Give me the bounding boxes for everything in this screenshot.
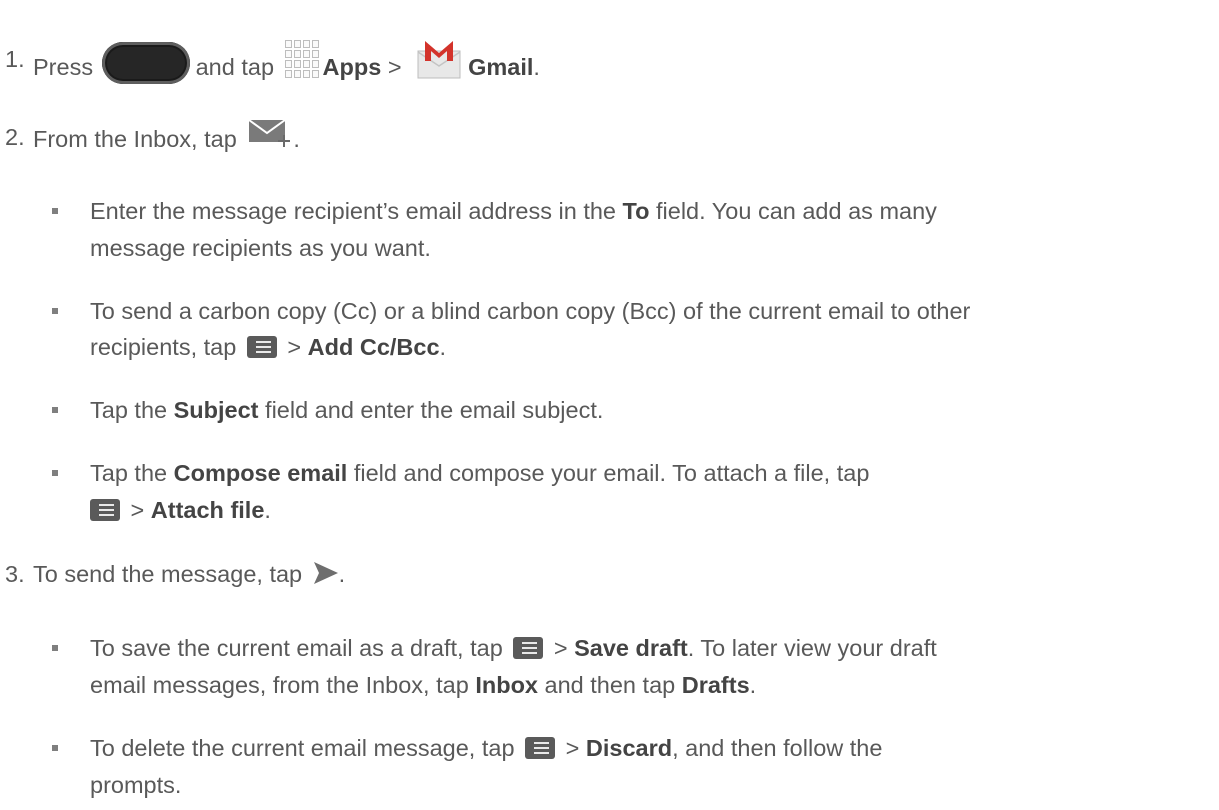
bullet-marker: [52, 745, 58, 751]
bullet-1: Enter the message recipient’s email addr…: [52, 198, 937, 224]
bullet-text: .: [264, 497, 271, 523]
compose-mail-icon: [248, 119, 291, 147]
bullet-4-cont: > Attach file.: [90, 497, 271, 523]
bold-term: Compose email: [173, 460, 348, 486]
bold-term: Drafts: [681, 672, 750, 698]
bullet-text: .: [749, 672, 757, 698]
menu-icon: [246, 335, 277, 358]
bullet-marker: [52, 470, 58, 476]
bullet-text: message recipients as you want.: [90, 235, 431, 261]
apps-label: Apps: [322, 54, 382, 81]
bullet-text: . To later view your draft: [687, 635, 937, 661]
bullet-marker: [52, 407, 58, 413]
step-text: To send the message, tap: [33, 561, 303, 587]
bold-term: Save draft: [574, 635, 688, 661]
apps-grid-icon: [284, 40, 319, 78]
bullet-marker: [52, 645, 58, 651]
bullet-text: , and then follow the: [672, 735, 883, 761]
separator: >: [565, 735, 580, 761]
bullet-2-cont: recipients, tap > Add Cc/Bcc.: [90, 334, 447, 360]
bullet-marker: [52, 208, 58, 214]
send-icon: [313, 561, 338, 584]
step-text: and tap: [195, 54, 275, 81]
step-number: 2.: [5, 124, 25, 150]
gmail-label: Gmail: [468, 54, 534, 81]
menu-icon: [90, 498, 120, 521]
step-text: .: [533, 54, 540, 81]
bullet-text: Tap the: [90, 460, 174, 486]
bullet-6: To delete the current email message, tap…: [52, 735, 883, 761]
step-text: Press: [33, 54, 94, 81]
bold-term: Discard: [585, 735, 673, 761]
bullet-2: To send a carbon copy (Cc) or a blind ca…: [52, 298, 971, 324]
bullet-text: Enter the message recipient’s email addr…: [90, 198, 623, 224]
bullet-1-cont: message recipients as you want.: [90, 235, 431, 261]
bullet-text: .: [439, 334, 447, 360]
bullet-text: field. You can add as many: [649, 198, 937, 224]
home-button-icon: [101, 42, 190, 84]
menu-icon: [513, 636, 544, 659]
bullet-4: Tap the Compose email field and compose …: [52, 460, 870, 486]
gmail-icon: [417, 41, 461, 79]
bullet-text: field and enter the email subject.: [258, 397, 604, 423]
step-number: 3.: [5, 561, 25, 587]
bullet-text: and then tap: [538, 672, 682, 698]
bold-term: Inbox: [475, 672, 538, 698]
bullet-marker: [52, 308, 58, 314]
bullet-3: Tap the Subject field and enter the emai…: [52, 397, 604, 423]
separator: >: [553, 635, 568, 661]
bullet-text: Tap the: [90, 397, 174, 423]
bullet-text: prompts.: [90, 772, 182, 798]
bullet-text: To delete the current email message, tap: [90, 735, 515, 761]
bullet-5-cont: email messages, from the Inbox, tap Inbo…: [90, 672, 757, 698]
step-text: .: [293, 126, 300, 153]
bullet-text: To send a carbon copy (Cc) or a blind ca…: [90, 298, 971, 324]
menu-icon: [525, 736, 556, 759]
separator: >: [387, 54, 402, 81]
separator: >: [130, 497, 145, 523]
step-text: .: [338, 561, 346, 587]
separator: >: [287, 334, 302, 360]
bullet-text: field and compose your email. To attach …: [347, 460, 870, 486]
bullet-text: recipients, tap: [90, 334, 237, 360]
bullet-5: To save the current email as a draft, ta…: [52, 635, 937, 661]
step-text: From the Inbox, tap: [33, 126, 237, 153]
bullet-text: email messages, from the Inbox, tap: [90, 672, 476, 698]
bullet-text: To save the current email as a draft, ta…: [90, 635, 503, 661]
bold-term: Subject: [173, 397, 259, 423]
bold-term: To: [622, 198, 650, 224]
bold-term: Add Cc/Bcc: [307, 334, 440, 360]
bold-term: Attach file: [150, 497, 265, 523]
step-number: 1.: [5, 46, 25, 72]
bullet-6-cont: prompts.: [90, 772, 182, 798]
